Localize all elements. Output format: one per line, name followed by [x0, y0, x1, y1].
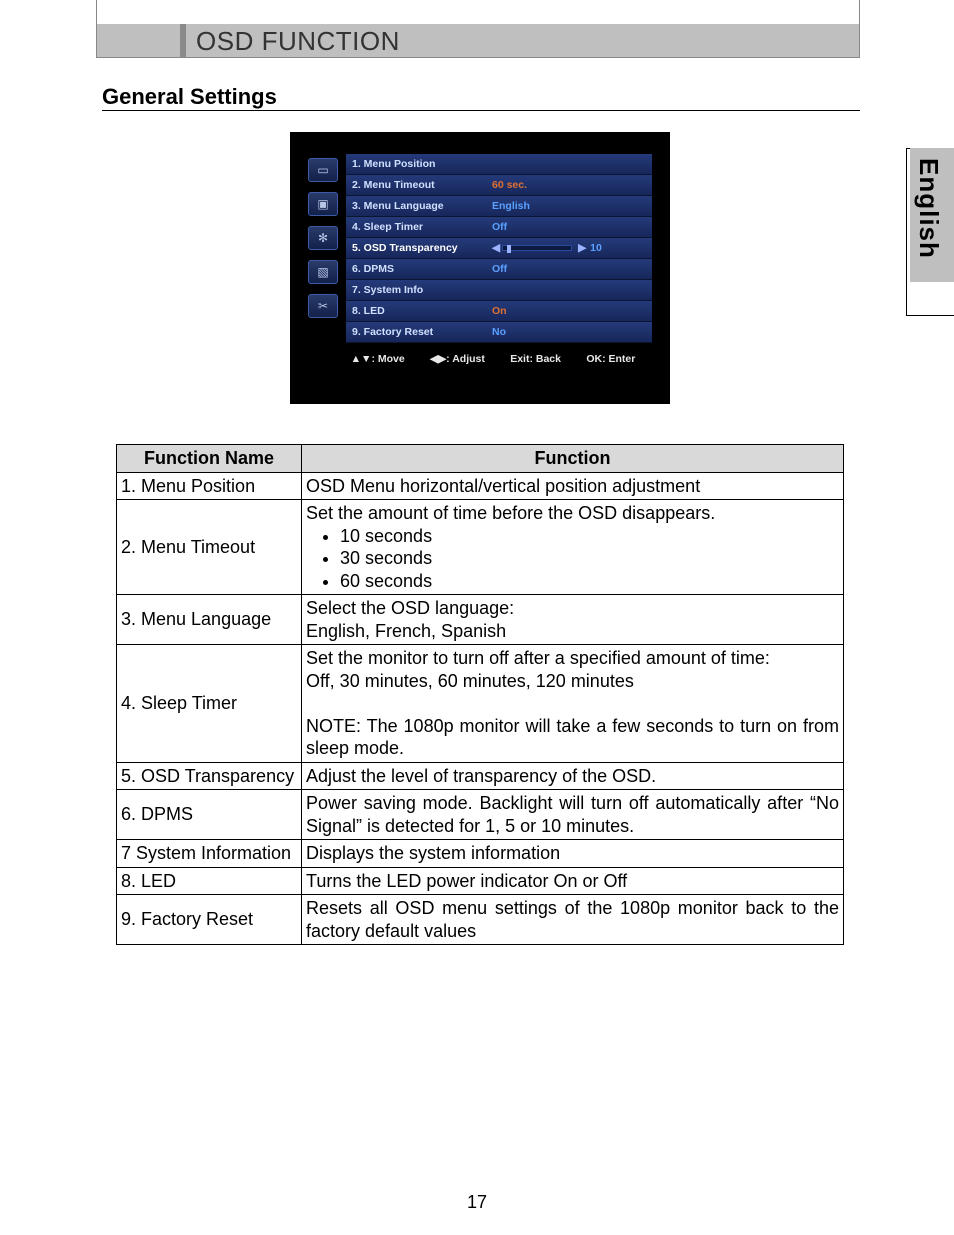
osd-menu-row: 3. Menu LanguageEnglish [346, 196, 652, 217]
page-number: 17 [0, 1192, 954, 1213]
osd-menu-label: 9. Factory Reset [352, 326, 492, 338]
osd-menu-row: 2. Menu Timeout60 sec. [346, 175, 652, 196]
table-row: 2. Menu Timeout Set the amount of time b… [117, 500, 844, 595]
fn-desc-line: Set the monitor to turn off after a spec… [306, 647, 839, 670]
osd-icon-picture: ▣ [308, 192, 338, 216]
fn-name: 1. Menu Position [117, 472, 302, 500]
language-tab: English [913, 158, 944, 259]
fn-desc: OSD Menu horizontal/vertical position ad… [302, 472, 844, 500]
list-item: 10 seconds [340, 525, 839, 548]
fn-name: 6. DPMS [117, 790, 302, 840]
osd-hint-move: ▲▼: Move [351, 353, 405, 365]
osd-menu-row: 9. Factory ResetNo [346, 322, 652, 343]
fn-desc-blank [306, 692, 839, 715]
osd-menu-value: On [492, 305, 507, 317]
osd-menu-label: 7. System Info [352, 284, 492, 296]
fn-desc: Set the amount of time before the OSD di… [302, 500, 844, 595]
fn-desc-note: NOTE: The 1080p monitor will take a few … [306, 715, 839, 760]
th-function: Function [302, 445, 844, 473]
table-row: 3. Menu Language Select the OSD language… [117, 595, 844, 645]
section-heading: General Settings [102, 84, 277, 110]
th-function-name: Function Name [117, 445, 302, 473]
list-item: 30 seconds [340, 547, 839, 570]
table-row: 6. DPMS Power saving mode. Backlight wil… [117, 790, 844, 840]
table-row: 9. Factory Reset Resets all OSD menu set… [117, 895, 844, 945]
osd-menu-label: 2. Menu Timeout [352, 179, 492, 191]
chapter-title: OSD FUNCTION [196, 26, 400, 57]
fn-desc: Resets all OSD menu settings of the 1080… [302, 895, 844, 945]
osd-menu-row: 7. System Info [346, 280, 652, 301]
osd-menu-row: 6. DPMSOff [346, 259, 652, 280]
fn-name: 7 System Information [117, 840, 302, 868]
osd-screenshot: ▭ ▣ ✻ ▧ ✂ 1. Menu Position 2. Menu Timeou… [290, 132, 670, 404]
osd-menu-list: 1. Menu Position2. Menu Timeout60 sec.3.… [346, 154, 652, 343]
osd-side-icons: ▭ ▣ ✻ ▧ ✂ [308, 154, 346, 343]
osd-menu-row: 5. OSD Transparency◀ ▶ 10 [346, 238, 652, 259]
osd-icon-display: ▭ [308, 158, 338, 182]
table-header-row: Function Name Function [117, 445, 844, 473]
fn-desc-list: 10 seconds 30 seconds 60 seconds [306, 525, 839, 593]
fn-desc: Select the OSD language: English, French… [302, 595, 844, 645]
fn-desc: Set the monitor to turn off after a spec… [302, 645, 844, 763]
osd-arrow-right-icon: ▶ [578, 242, 586, 254]
fn-name: 8. LED [117, 867, 302, 895]
osd-menu-label: 8. LED [352, 305, 492, 317]
table-row: 7 System Information Displays the system… [117, 840, 844, 868]
osd-hint-back: Exit: Back [510, 353, 561, 365]
fn-desc-line: English, French, Spanish [306, 620, 839, 643]
table-row: 8. LED Turns the LED power indicator On … [117, 867, 844, 895]
osd-menu-label: 5. OSD Transparency [352, 242, 492, 254]
fn-name: 2. Menu Timeout [117, 500, 302, 595]
osd-menu-row: 4. Sleep TimerOff [346, 217, 652, 238]
fn-name: 5. OSD Transparency [117, 762, 302, 790]
osd-menu-label: 3. Menu Language [352, 200, 492, 212]
osd-icon-pip: ▧ [308, 260, 338, 284]
osd-menu-value: No [492, 326, 506, 338]
osd-hint-adjust: ◀▶: Adjust [430, 353, 485, 365]
fn-desc: Turns the LED power indicator On or Off [302, 867, 844, 895]
osd-icon-tools: ✂ [308, 294, 338, 318]
fn-desc: Power saving mode. Backlight will turn o… [302, 790, 844, 840]
osd-menu-row: 1. Menu Position [346, 154, 652, 175]
osd-menu-label: 6. DPMS [352, 263, 492, 275]
chapter-bar-divider [180, 24, 186, 58]
osd-menu-label: 1. Menu Position [352, 158, 492, 170]
osd-hint-bar: ▲▼: Move ◀▶: Adjust Exit: Back OK: Enter [290, 343, 670, 365]
fn-desc-line: Set the amount of time before the OSD di… [306, 502, 839, 525]
osd-menu-value: 10 [590, 242, 602, 254]
section-rule [102, 110, 860, 111]
table-row: 1. Menu Position OSD Menu horizontal/ver… [117, 472, 844, 500]
osd-arrow-left-icon: ◀ [492, 242, 500, 254]
fn-name: 3. Menu Language [117, 595, 302, 645]
fn-desc: Displays the system information [302, 840, 844, 868]
fn-name: 9. Factory Reset [117, 895, 302, 945]
osd-hint-enter: OK: Enter [586, 353, 635, 365]
osd-menu-value: 60 sec. [492, 179, 527, 191]
osd-menu-row: 8. LEDOn [346, 301, 652, 322]
osd-menu-label: 4. Sleep Timer [352, 221, 492, 233]
fn-desc-line: Off, 30 minutes, 60 minutes, 120 minutes [306, 670, 839, 693]
osd-slider [502, 245, 572, 251]
fn-desc-line: Select the OSD language: [306, 597, 839, 620]
list-item: 60 seconds [340, 570, 839, 593]
fn-name: 4. Sleep Timer [117, 645, 302, 763]
osd-icon-settings: ✻ [308, 226, 338, 250]
osd-menu-value: Off [492, 221, 507, 233]
function-table: Function Name Function 1. Menu Position … [116, 444, 844, 945]
table-row: 4. Sleep Timer Set the monitor to turn o… [117, 645, 844, 763]
osd-menu-value: English [492, 200, 530, 212]
table-row: 5. OSD Transparency Adjust the level of … [117, 762, 844, 790]
osd-menu-value: Off [492, 263, 507, 275]
fn-desc: Adjust the level of transparency of the … [302, 762, 844, 790]
